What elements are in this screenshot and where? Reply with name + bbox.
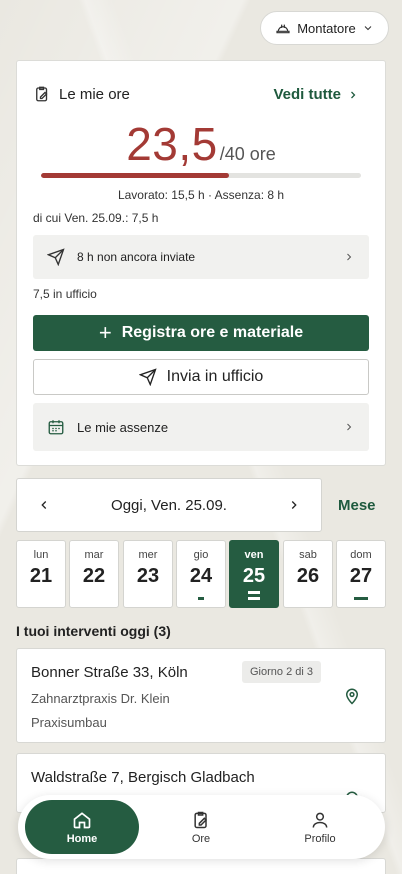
- job-card[interactable]: Bonner Straße 33, Köln Giorno 2 di 3 Zah…: [16, 648, 386, 743]
- hard-hat-icon: [276, 24, 290, 34]
- chevron-right-icon: [347, 423, 352, 431]
- day-cell[interactable]: mar 22: [69, 540, 119, 608]
- month-view-link[interactable]: Mese: [338, 497, 376, 514]
- send-to-office-button[interactable]: Invia in ufficio: [33, 359, 369, 395]
- day-name: sab: [299, 549, 317, 561]
- tab-home-label: Home: [66, 832, 98, 845]
- hours-card-title: Le mie ore: [59, 85, 130, 103]
- day-name: lun: [33, 549, 49, 561]
- hours-card: Le mie ore Vedi tutte 23,5 /40 ore Lavor…: [16, 60, 386, 466]
- pending-hours-label: 8 h non ancora inviate: [77, 250, 196, 264]
- send-icon: [138, 368, 157, 386]
- day-name: dom: [350, 549, 372, 561]
- day-entry-marker: [354, 597, 368, 600]
- job-address: Waldstraße 7, Bergisch Gladbach: [31, 769, 255, 786]
- day-entry-marker: [248, 597, 260, 600]
- job-client: Zahnarztpraxis Dr. Klein: [31, 691, 170, 706]
- hours-card-header: Le mie ore: [33, 85, 130, 103]
- hours-progress-fill: [41, 173, 229, 178]
- day-number: 21: [29, 565, 53, 587]
- register-hours-label: Registra ore e materiale: [121, 324, 304, 341]
- current-date: Oggi, Ven. 25.09.: [111, 496, 227, 514]
- date-navigator: Oggi, Ven. 25.09.: [16, 478, 322, 532]
- jobs-section-title: I tuoi interventi oggi (3): [16, 623, 171, 639]
- job-type: Praxisumbau: [31, 715, 107, 730]
- day-name: mar: [84, 549, 104, 561]
- day-cell[interactable]: sab 26: [283, 540, 333, 608]
- day-name: gio: [193, 549, 209, 561]
- day-number: 23: [136, 565, 160, 587]
- job-card[interactable]: [16, 858, 386, 874]
- calendar-icon: [48, 420, 64, 435]
- chevron-down-icon: [364, 26, 372, 31]
- next-day-button[interactable]: [287, 498, 301, 512]
- see-all-link[interactable]: Vedi tutte: [273, 86, 359, 103]
- day-cell-selected[interactable]: ven 25: [229, 540, 279, 608]
- my-absences-label: Le mie assenze: [77, 419, 169, 435]
- tab-hours-label: Ore: [191, 832, 211, 845]
- role-label: Montatore: [297, 20, 356, 36]
- day-number: 24: [189, 565, 213, 587]
- clipboard-edit-icon: [36, 86, 48, 102]
- day-number: 22: [82, 565, 106, 587]
- tab-profile[interactable]: Profilo: [278, 795, 362, 859]
- user-icon: [312, 812, 328, 828]
- day-name: ven: [244, 549, 264, 561]
- my-absences-row[interactable]: Le mie assenze: [33, 403, 369, 451]
- job-address: Bonner Straße 33, Köln: [31, 664, 188, 681]
- of-which-today: di cui Ven. 25.09.: 7,5 h: [33, 211, 159, 225]
- send-to-office-label: Invia in ufficio: [166, 368, 264, 385]
- send-icon: [47, 248, 65, 266]
- day-number: 26: [296, 565, 320, 587]
- day-entry-marker: [198, 597, 204, 600]
- see-all-label: Vedi tutte: [273, 86, 341, 103]
- chevron-right-icon: [351, 91, 356, 98]
- hours-unit: /40 ore: [219, 144, 276, 164]
- day-number: 25: [242, 565, 266, 587]
- map-pin-icon[interactable]: [343, 687, 361, 705]
- prev-day-button[interactable]: [37, 498, 51, 512]
- clipboard-edit-icon: [194, 811, 208, 828]
- tab-home[interactable]: Home: [25, 800, 139, 854]
- role-selector[interactable]: Montatore: [260, 11, 389, 45]
- tab-profile-label: Profilo: [304, 832, 336, 845]
- tab-hours[interactable]: Ore: [158, 795, 244, 859]
- day-name: mer: [138, 549, 158, 561]
- worked-summary: Lavorato: 15,5 h · Assenza: 8 h: [117, 188, 285, 202]
- office-hours-label: 7,5 in ufficio: [33, 287, 97, 301]
- hours-progress-bar: [41, 173, 361, 178]
- register-hours-button[interactable]: + Registra ore e materiale: [33, 315, 369, 351]
- day-cell[interactable]: dom 27: [336, 540, 386, 608]
- day-cell[interactable]: mer 23: [123, 540, 173, 608]
- day-cell[interactable]: lun 21: [16, 540, 66, 608]
- hours-value: 23,5: [126, 118, 218, 170]
- pending-hours-row[interactable]: 8 h non ancora inviate: [33, 235, 369, 279]
- chevron-right-icon: [347, 253, 352, 261]
- day-cell[interactable]: gio 24: [176, 540, 226, 608]
- job-day-badge: Giorno 2 di 3: [242, 661, 321, 683]
- bottom-tab-bar: Home Ore Profilo: [18, 795, 385, 859]
- day-number: 27: [349, 565, 373, 587]
- day-entry-marker: [248, 591, 260, 594]
- plus-icon: +: [98, 320, 112, 345]
- home-icon: [73, 811, 91, 828]
- hours-total: 23,5 /40 ore: [17, 117, 385, 171]
